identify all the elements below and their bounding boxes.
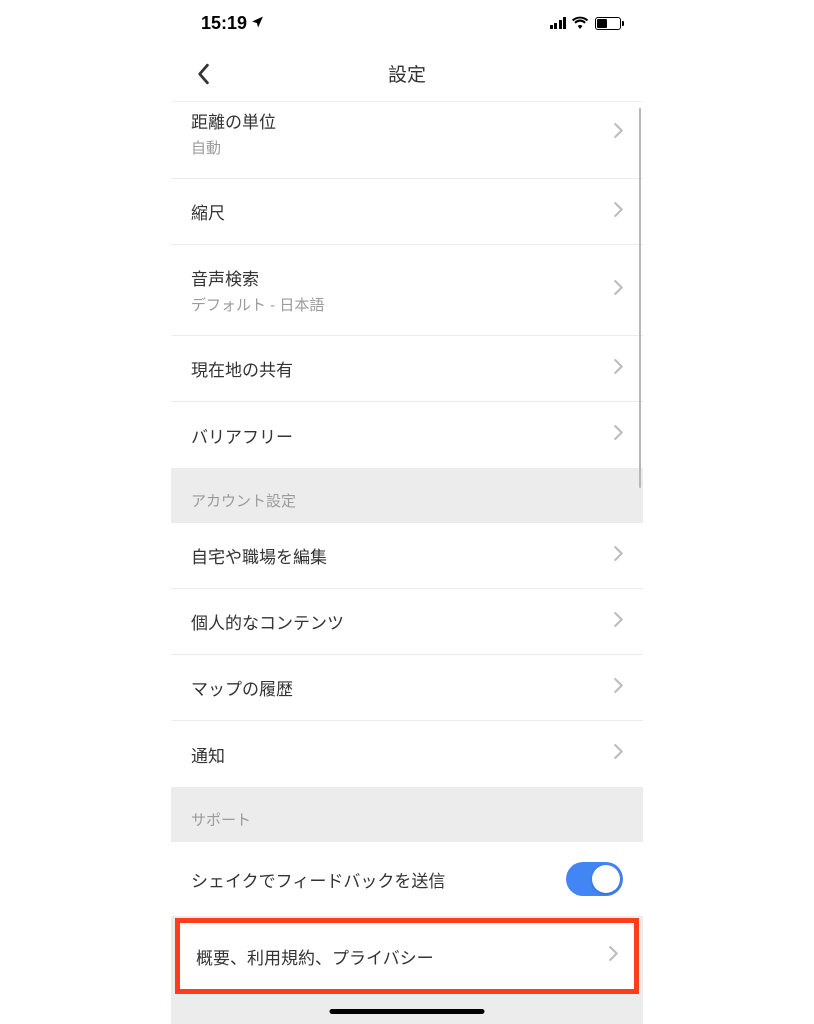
- page-title: 設定: [388, 60, 426, 87]
- chevron-right-icon: [614, 123, 623, 143]
- settings-content[interactable]: 距離の単位 自動 縮尺 音声検索 デフォルト - 日本語: [171, 102, 643, 1024]
- chevron-right-icon: [614, 280, 623, 300]
- row-label: 音声検索: [191, 265, 606, 290]
- row-text: 個人的なコンテンツ: [191, 609, 606, 634]
- wifi-icon: [572, 13, 589, 34]
- row-text: 現在地の共有: [191, 356, 606, 381]
- chevron-right-icon: [609, 946, 618, 966]
- chevron-right-icon: [614, 612, 623, 632]
- chevron-left-icon: [196, 63, 210, 85]
- row-label: バリアフリー: [191, 423, 606, 448]
- status-time: 15:19: [201, 13, 247, 34]
- settings-group-general: 距離の単位 自動 縮尺 音声検索 デフォルト - 日本語: [171, 102, 643, 468]
- row-text: 自宅や職場を編集: [191, 543, 606, 568]
- chevron-right-icon: [614, 546, 623, 566]
- row-accessibility[interactable]: バリアフリー: [171, 402, 643, 468]
- row-location-share[interactable]: 現在地の共有: [171, 336, 643, 402]
- section-header-account: アカウント設定: [171, 468, 643, 523]
- row-text: 音声検索 デフォルト - 日本語: [191, 265, 606, 315]
- row-sublabel: 自動: [191, 137, 606, 158]
- row-text: 距離の単位 自動: [191, 108, 606, 158]
- row-distance-unit[interactable]: 距離の単位 自動: [171, 102, 643, 179]
- row-text: シェイクでフィードバックを送信: [191, 867, 566, 892]
- row-label: 自宅や職場を編集: [191, 543, 606, 568]
- chevron-right-icon: [614, 359, 623, 379]
- section-header-support: サポート: [171, 787, 643, 842]
- status-bar: 15:19: [171, 0, 643, 46]
- row-voice-search[interactable]: 音声検索 デフォルト - 日本語: [171, 245, 643, 336]
- scroll-thumb[interactable]: [639, 108, 642, 488]
- toggle-knob: [592, 865, 620, 893]
- row-label: マップの履歴: [191, 675, 606, 700]
- back-button[interactable]: [189, 60, 217, 88]
- row-label: 縮尺: [191, 199, 606, 224]
- row-sublabel: デフォルト - 日本語: [191, 294, 606, 315]
- settings-group-account: 自宅や職場を編集 個人的なコンテンツ マップの履歴 通知: [171, 523, 643, 787]
- row-label: 距離の単位: [191, 108, 606, 133]
- row-label: 現在地の共有: [191, 356, 606, 381]
- battery-icon: [595, 17, 621, 30]
- settings-group-support: シェイクでフィードバックを送信: [171, 842, 643, 916]
- row-edit-home-work[interactable]: 自宅や職場を編集: [171, 523, 643, 589]
- row-scale[interactable]: 縮尺: [171, 179, 643, 245]
- row-shake-feedback[interactable]: シェイクでフィードバックを送信: [171, 842, 643, 916]
- navigation-bar: 設定: [171, 46, 643, 102]
- highlighted-row: 概要、利用規約、プライバシー: [175, 918, 639, 994]
- row-notifications[interactable]: 通知: [171, 721, 643, 787]
- status-indicators: [550, 13, 622, 34]
- scrollbar[interactable]: [639, 108, 642, 984]
- cellular-signal-icon: [550, 17, 567, 29]
- row-label: 通知: [191, 742, 606, 767]
- row-text: 縮尺: [191, 199, 606, 224]
- row-label: シェイクでフィードバックを送信: [191, 867, 566, 892]
- chevron-right-icon: [614, 425, 623, 445]
- row-personal-content[interactable]: 個人的なコンテンツ: [171, 589, 643, 655]
- row-text: 概要、利用規約、プライバシー: [196, 944, 601, 969]
- row-text: 通知: [191, 742, 606, 767]
- row-text: マップの履歴: [191, 675, 606, 700]
- row-label: 概要、利用規約、プライバシー: [196, 944, 601, 969]
- shake-feedback-toggle[interactable]: [566, 862, 623, 896]
- row-about-terms-privacy[interactable]: 概要、利用規約、プライバシー: [180, 923, 634, 989]
- home-indicator[interactable]: [330, 1009, 485, 1014]
- status-time-block: 15:19: [201, 13, 264, 34]
- location-services-icon: [251, 15, 264, 31]
- chevron-right-icon: [614, 678, 623, 698]
- chevron-right-icon: [614, 202, 623, 222]
- phone-frame: 15:19 設定 距離の単位 自動: [171, 0, 643, 1024]
- row-maps-history[interactable]: マップの履歴: [171, 655, 643, 721]
- chevron-right-icon: [614, 744, 623, 764]
- row-label: 個人的なコンテンツ: [191, 609, 606, 634]
- row-text: バリアフリー: [191, 423, 606, 448]
